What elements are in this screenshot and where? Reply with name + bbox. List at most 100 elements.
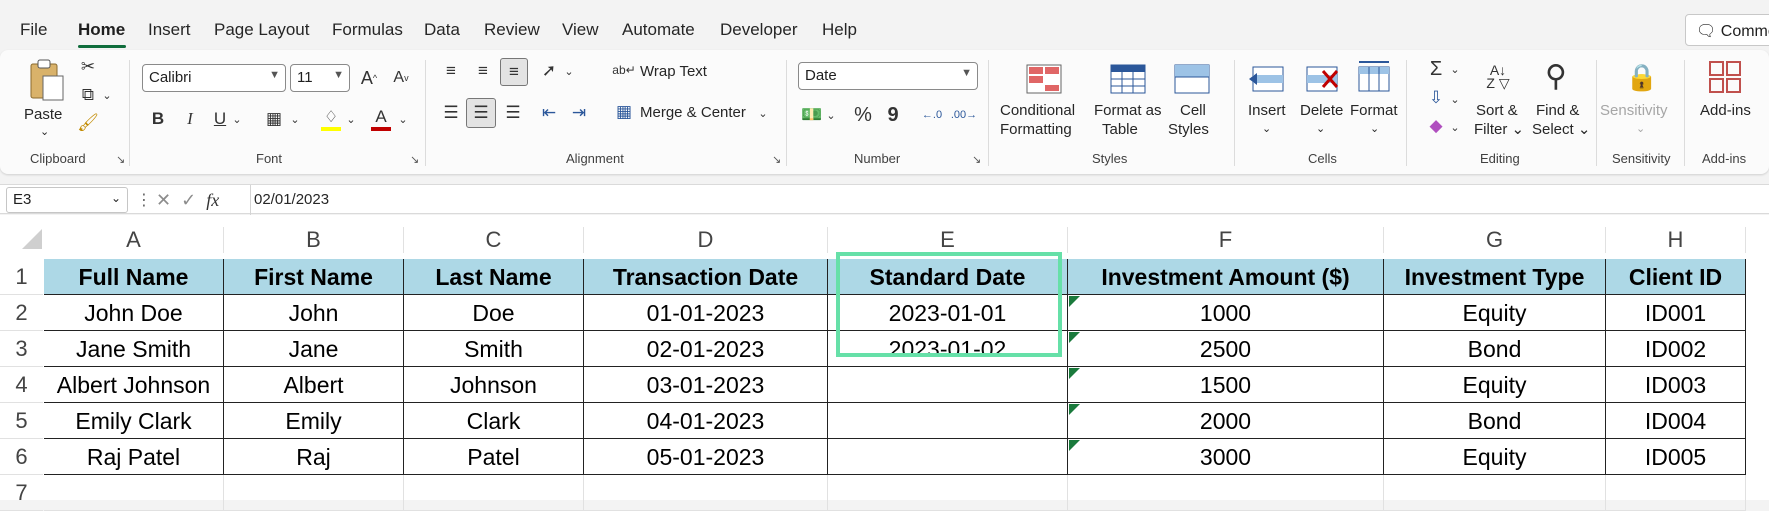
borders-dropdown-icon[interactable]: ⌄ bbox=[288, 108, 302, 130]
delete-dropdown-icon[interactable]: ⌄ bbox=[1316, 120, 1325, 139]
enter-icon[interactable]: ✓ bbox=[181, 190, 196, 211]
table-cell[interactable]: Bond bbox=[1384, 331, 1606, 367]
merge-center-button[interactable]: Merge & Center bbox=[640, 103, 746, 122]
row-header-4[interactable]: 4 bbox=[0, 367, 43, 403]
row-header-3[interactable]: 3 bbox=[0, 331, 43, 367]
align-middle-icon[interactable]: ≡ bbox=[470, 58, 496, 84]
format-as-table-label[interactable]: Format as bbox=[1094, 101, 1162, 120]
increase-font-icon[interactable]: A ^ bbox=[356, 64, 382, 92]
decrease-font-icon[interactable]: Av bbox=[388, 64, 414, 92]
table-cell[interactable]: John bbox=[224, 295, 404, 331]
sort-filter-label-2[interactable]: Filter ⌄ bbox=[1474, 120, 1524, 139]
formula-input[interactable]: 02/01/2023 bbox=[254, 191, 329, 208]
table-cell[interactable]: Emily Clark bbox=[44, 403, 224, 439]
sort-filter-icon[interactable]: A↓ Z ▽ bbox=[1478, 58, 1518, 96]
more-options-icon[interactable]: ⋮ bbox=[136, 190, 152, 210]
table-cell[interactable]: 2500 bbox=[1068, 331, 1384, 367]
menu-review[interactable]: Review bbox=[484, 20, 540, 40]
copy-icon[interactable]: ⧉ bbox=[76, 84, 100, 106]
accounting-dropdown-icon[interactable]: ⌄ bbox=[824, 104, 838, 126]
clear-icon[interactable]: ◆ bbox=[1424, 114, 1448, 138]
table-cell[interactable]: Johnson bbox=[404, 367, 584, 403]
cell-styles-label-2[interactable]: Styles bbox=[1168, 120, 1209, 139]
autosum-dropdown-icon[interactable]: ⌄ bbox=[1448, 58, 1462, 80]
empty-cell[interactable] bbox=[224, 475, 404, 511]
merge-center-icon[interactable]: ▦ bbox=[612, 100, 636, 124]
align-bottom-icon[interactable]: ≡ bbox=[500, 58, 528, 86]
table-cell[interactable]: Equity bbox=[1384, 295, 1606, 331]
autosum-icon[interactable]: Σ bbox=[1424, 56, 1448, 82]
align-top-icon[interactable]: ≡ bbox=[438, 58, 464, 84]
table-cell[interactable]: Albert Johnson bbox=[44, 367, 224, 403]
insert-cells-button[interactable]: Insert bbox=[1248, 101, 1286, 120]
table-cell[interactable]: 1500 bbox=[1068, 367, 1384, 403]
header-cell[interactable]: Full Name bbox=[44, 259, 224, 295]
row-header-6[interactable]: 6 bbox=[0, 439, 43, 475]
insert-dropdown-icon[interactable]: ⌄ bbox=[1262, 120, 1271, 139]
row-header-5[interactable]: 5 bbox=[0, 403, 43, 439]
add-ins-button[interactable]: Add-ins bbox=[1700, 101, 1751, 120]
table-cell[interactable]: Equity bbox=[1384, 367, 1606, 403]
table-cell[interactable] bbox=[828, 439, 1068, 475]
table-cell[interactable]: Raj Patel bbox=[44, 439, 224, 475]
percent-button[interactable]: % bbox=[850, 102, 876, 128]
empty-cell[interactable] bbox=[44, 475, 224, 511]
font-color-dropdown-icon[interactable]: ⌄ bbox=[396, 108, 410, 130]
format-cells-button[interactable]: Format bbox=[1350, 101, 1398, 120]
align-right-icon[interactable]: ☰ bbox=[500, 100, 526, 126]
menu-file[interactable]: File bbox=[20, 20, 47, 40]
table-cell[interactable]: Emily bbox=[224, 403, 404, 439]
cell-styles-label[interactable]: Cell bbox=[1180, 101, 1206, 120]
table-cell[interactable]: Clark bbox=[404, 403, 584, 439]
cancel-icon[interactable]: ✕ bbox=[156, 190, 171, 211]
comments-button[interactable]: 🗨 Comme bbox=[1685, 14, 1769, 46]
sort-filter-label[interactable]: Sort & bbox=[1476, 101, 1518, 120]
empty-cell[interactable] bbox=[1606, 475, 1746, 511]
table-cell[interactable]: 05-01-2023 bbox=[584, 439, 828, 475]
table-cell[interactable]: ID005 bbox=[1606, 439, 1746, 475]
table-cell[interactable]: 3000 bbox=[1068, 439, 1384, 475]
menu-view[interactable]: View bbox=[562, 20, 599, 40]
table-cell[interactable]: ID001 bbox=[1606, 295, 1746, 331]
format-dropdown-icon[interactable]: ⌄ bbox=[1370, 120, 1379, 139]
align-left-icon[interactable]: ☰ bbox=[438, 100, 464, 126]
number-format-combo[interactable]: Date ▼ bbox=[798, 62, 978, 90]
number-as-text-indicator[interactable] bbox=[1069, 332, 1080, 343]
number-launcher-icon[interactable]: ↘ bbox=[972, 153, 981, 166]
wrap-text-icon[interactable]: ab↵ bbox=[612, 58, 636, 82]
insert-function-icon[interactable]: fx bbox=[206, 190, 219, 211]
table-cell[interactable]: Equity bbox=[1384, 439, 1606, 475]
cut-icon[interactable]: ✂ bbox=[76, 56, 100, 78]
table-cell[interactable]: Patel bbox=[404, 439, 584, 475]
number-as-text-indicator[interactable] bbox=[1069, 296, 1080, 307]
font-color-icon[interactable]: A bbox=[368, 104, 394, 134]
number-as-text-indicator[interactable] bbox=[1069, 368, 1080, 379]
column-header-a[interactable]: A bbox=[44, 227, 224, 253]
column-header-d[interactable]: D bbox=[584, 227, 828, 253]
table-cell[interactable]: ID002 bbox=[1606, 331, 1746, 367]
insert-cells-icon[interactable] bbox=[1248, 62, 1288, 96]
copy-dropdown-icon[interactable]: ⌄ bbox=[100, 86, 114, 104]
table-cell[interactable]: Doe bbox=[404, 295, 584, 331]
menu-home[interactable]: Home bbox=[78, 20, 125, 40]
increase-decimal-icon[interactable]: ←.0 bbox=[918, 102, 946, 128]
menu-formulas[interactable]: Formulas bbox=[332, 20, 403, 40]
empty-cell[interactable] bbox=[828, 475, 1068, 511]
menu-help[interactable]: Help bbox=[822, 20, 857, 40]
table-cell[interactable] bbox=[828, 403, 1068, 439]
menu-developer[interactable]: Developer bbox=[720, 20, 798, 40]
accounting-format-icon[interactable]: 💵 bbox=[800, 102, 824, 128]
table-cell[interactable]: 1000 bbox=[1068, 295, 1384, 331]
row-header-7[interactable]: 7 bbox=[0, 475, 43, 511]
header-cell[interactable]: Transaction Date bbox=[584, 259, 828, 295]
merge-dropdown-icon[interactable]: ⌄ bbox=[756, 102, 770, 124]
format-as-table-label-2[interactable]: Table bbox=[1102, 120, 1138, 139]
menu-data[interactable]: Data bbox=[424, 20, 460, 40]
find-select-icon[interactable]: ⚲ bbox=[1536, 56, 1576, 96]
header-cell[interactable]: Investment Type bbox=[1384, 259, 1606, 295]
table-cell[interactable]: ID003 bbox=[1606, 367, 1746, 403]
empty-cell[interactable] bbox=[404, 475, 584, 511]
clear-dropdown-icon[interactable]: ⌄ bbox=[1448, 116, 1462, 138]
underline-button[interactable]: U bbox=[210, 106, 230, 132]
orientation-icon[interactable]: ➚ bbox=[536, 58, 562, 84]
